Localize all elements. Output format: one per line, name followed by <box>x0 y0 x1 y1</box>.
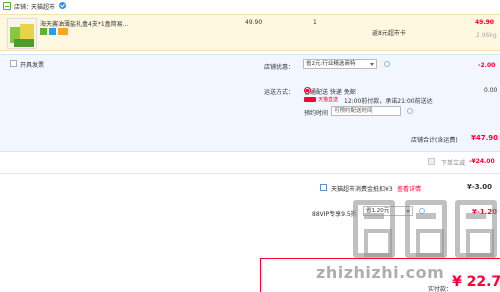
store-header: 店铺： 天猫超市 <box>0 0 500 12</box>
coupon-checkbox[interactable] <box>320 184 327 191</box>
store-total-label: 店铺合计(含运费) <box>411 137 458 144</box>
invoice-label: 开具发票 <box>20 62 45 69</box>
vip-label: 88VIP专享9.5折 <box>312 211 357 218</box>
watermark-url: zhizhizhi.com <box>316 263 445 282</box>
quantity: 1 <box>313 19 317 26</box>
coupon-label: 天猫超市消费金抵扣¥3 <box>331 186 393 193</box>
store-name-link[interactable]: 天猫超市 <box>31 2 55 11</box>
invoice-checkbox[interactable] <box>10 60 17 67</box>
coupon-badge-icon <box>58 28 68 35</box>
shipping-cost: 0.00 <box>484 87 498 94</box>
service-badge-icon <box>49 28 56 35</box>
store-discount-value: 省2元:行业精选商特 <box>306 61 356 67</box>
appointment-placeholder: 可预约配送时间 <box>334 108 373 114</box>
product-thumbnail[interactable] <box>7 18 37 49</box>
shipping-method: 普通配送 快递 免邮 <box>304 89 356 96</box>
item-note: 返8元超市卡 <box>372 30 406 37</box>
final-amount: ¥ 22.70 <box>452 274 500 290</box>
store-label: 店铺： <box>14 4 33 11</box>
store-icon <box>3 2 11 10</box>
coupon-detail-link[interactable]: 查看详情 <box>397 184 421 193</box>
instant-discount-label: 下单立减 <box>441 160 466 167</box>
tmall-delivery-label: 天猫直送 <box>318 97 339 103</box>
watermark-glyph <box>455 200 497 258</box>
fresh-badge-icon <box>40 28 47 35</box>
info-icon[interactable] <box>407 108 413 114</box>
appointment-time-input[interactable]: 可预约配送时间 <box>331 106 401 116</box>
store-discount-amount: -2.00 <box>478 62 496 69</box>
store-total-amount: ¥47.90 <box>471 134 499 142</box>
tmall-delivery-icon <box>304 97 316 102</box>
verified-icon <box>59 2 66 9</box>
delivery-time: 12:00前付款，承诺21:00前送达 <box>344 98 433 105</box>
info-icon[interactable] <box>384 61 390 67</box>
shipping-label: 运送方式： <box>264 89 295 96</box>
chevron-down-icon <box>370 63 374 66</box>
instant-discount-amount: -¥24.00 <box>469 158 495 165</box>
watermark-glyph <box>353 200 395 258</box>
store-discount-label: 店铺优惠： <box>264 64 295 71</box>
divider <box>0 173 500 174</box>
coupon-amount: ¥-3.00 <box>467 183 493 191</box>
shipping-radio[interactable] <box>304 87 311 94</box>
item-weight: 2.96kg <box>476 32 497 39</box>
unit-price: 49.90 <box>245 19 263 26</box>
store-discount-select[interactable]: 省2元:行业精选商特 <box>303 59 377 69</box>
product-title-link[interactable]: 海天酱油薄盐礼盒4支*1盒简易... <box>40 19 140 28</box>
cart-item-row: 海天酱油薄盐礼盒4支*1盒简易... 49.90 1 返8元超市卡 49.90 … <box>0 14 500 51</box>
appointment-label: 预约时间 <box>304 110 329 117</box>
item-subtotal: 49.90 <box>475 19 494 26</box>
watermark-glyph <box>405 200 447 258</box>
final-label: 实付款： <box>428 286 453 292</box>
instant-discount-checkbox[interactable] <box>428 158 435 165</box>
